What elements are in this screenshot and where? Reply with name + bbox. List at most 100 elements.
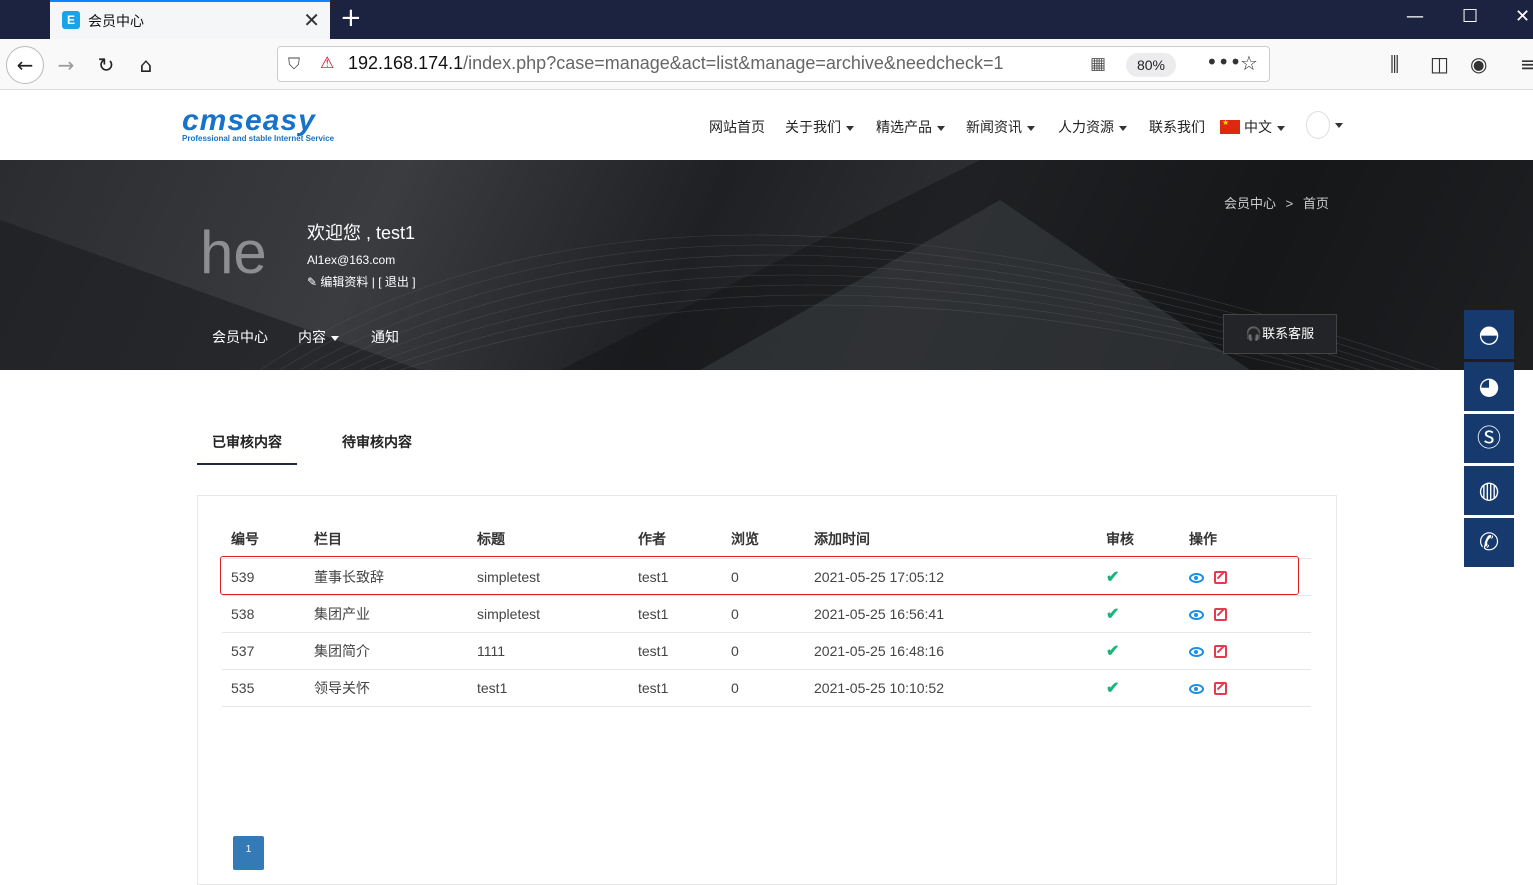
skype-icon[interactable]: Ⓢ: [1464, 414, 1514, 463]
window-close-icon[interactable]: ✕: [1515, 6, 1530, 27]
qr-code-icon[interactable]: ▦: [1090, 54, 1106, 74]
logout-link[interactable]: [ 退出 ]: [378, 275, 415, 289]
row-time: 2021-05-25 16:56:41: [805, 595, 1097, 633]
forward-icon[interactable]: →: [50, 49, 82, 81]
pagination-page-1[interactable]: 1: [233, 836, 264, 870]
sidebar-toggle-icon[interactable]: ◫: [1430, 52, 1449, 76]
avatar: he: [200, 219, 267, 286]
row-category: 集团简介: [305, 632, 468, 670]
new-tab-icon[interactable]: +: [340, 3, 362, 33]
col-actions: 操作: [1180, 520, 1311, 559]
highlighted-row-outline: [220, 556, 1299, 595]
chevron-down-icon: [1277, 125, 1285, 131]
view-eye-icon[interactable]: [1189, 683, 1204, 694]
tab-pending[interactable]: 待审核内容: [342, 432, 412, 452]
edit-icon[interactable]: [1214, 682, 1227, 696]
edit-profile-link[interactable]: 编辑资料: [320, 275, 368, 289]
bookmark-star-icon[interactable]: ☆: [1240, 51, 1258, 75]
profile-links: ✎ 编辑资料 | [ 退出 ]: [307, 275, 416, 289]
col-author: 作者: [629, 520, 722, 559]
logo-tagline: Professional and stable Internet Service: [182, 134, 335, 143]
url-text[interactable]: 192.168.174.1/index.php?case=manage&act=…: [348, 53, 1004, 74]
page-actions-icon[interactable]: •••: [1206, 50, 1241, 74]
breadcrumb-home[interactable]: 会员中心: [1224, 196, 1276, 211]
nav-about[interactable]: 关于我们: [785, 117, 854, 137]
welcome-text: 欢迎您 , test1: [307, 223, 416, 243]
phone-icon[interactable]: ✆: [1464, 518, 1514, 567]
row-author: test1: [629, 632, 722, 670]
chevron-down-icon: [1027, 125, 1035, 131]
nav-hr[interactable]: 人力资源: [1058, 117, 1127, 137]
user-menu[interactable]: [1306, 111, 1343, 139]
row-views: 0: [722, 669, 805, 707]
tab-close-icon[interactable]: ✕: [303, 8, 320, 32]
user-email: Al1ex@163.com: [307, 253, 396, 267]
nav-news[interactable]: 新闻资讯: [966, 117, 1035, 137]
row-views: 0: [722, 632, 805, 670]
qq-icon[interactable]: ◓: [1464, 310, 1514, 359]
site-header: cmseasy Professional and stable Internet…: [0, 91, 1533, 160]
col-review: 审核: [1097, 520, 1180, 559]
url-bar[interactable]: ⛉ ⚠ 192.168.174.1/index.php?case=manage&…: [277, 46, 1270, 82]
menu-icon[interactable]: ≡: [1520, 52, 1533, 76]
breadcrumb: 会员中心 > 首页: [1224, 196, 1329, 211]
tab-approved[interactable]: 已审核内容: [212, 432, 282, 452]
site-favicon-icon: E: [62, 11, 80, 29]
chevron-down-icon: [1119, 125, 1127, 131]
minimize-icon[interactable]: —: [1406, 6, 1424, 27]
weibo-icon[interactable]: ◕: [1464, 362, 1514, 411]
home-icon[interactable]: ⌂: [130, 49, 162, 81]
check-icon: ✔: [1106, 605, 1120, 623]
subnav-notice[interactable]: 通知: [371, 327, 399, 347]
contact-service-button[interactable]: 🎧联系客服: [1223, 314, 1337, 354]
table-header-row: 编号 栏目 标题 作者 浏览 添加时间 审核 操作: [222, 520, 1311, 559]
row-category: 集团产业: [305, 595, 468, 633]
check-icon: ✔: [1106, 642, 1120, 660]
maximize-icon[interactable]: ☐: [1462, 6, 1478, 27]
row-title: simpletest: [468, 595, 629, 633]
edit-icon[interactable]: [1214, 645, 1227, 659]
nav-language[interactable]: 中文: [1220, 117, 1285, 137]
col-time: 添加时间: [805, 520, 1097, 559]
nav-home[interactable]: 网站首页: [709, 117, 765, 137]
site-logo[interactable]: cmseasy Professional and stable Internet…: [182, 104, 335, 144]
shield-icon[interactable]: ⛉: [288, 54, 300, 74]
row-title: test1: [468, 669, 629, 707]
edit-icon[interactable]: [1214, 608, 1227, 622]
col-title: 标题: [468, 520, 629, 559]
zoom-badge[interactable]: 80%: [1126, 53, 1176, 77]
subnav-member-center[interactable]: 会员中心: [212, 327, 268, 347]
breadcrumb-current: 首页: [1302, 196, 1329, 211]
account-icon[interactable]: ◉: [1470, 52, 1487, 76]
nav-products[interactable]: 精选产品: [876, 117, 945, 137]
chevron-down-icon: [331, 335, 339, 341]
content-table: 编号 栏目 标题 作者 浏览 添加时间 审核 操作 539 董事长致辞 simp…: [222, 520, 1311, 707]
library-icon[interactable]: ⫼: [1390, 52, 1399, 76]
table-row: 538 集团产业 simpletest test1 0 2021-05-25 1…: [222, 595, 1311, 633]
chevron-down-icon: [846, 125, 854, 131]
member-banner: he 欢迎您 , test1 Al1ex@163.com ✎ 编辑资料 | [ …: [0, 160, 1533, 370]
view-eye-icon[interactable]: [1189, 646, 1204, 657]
nav-contact[interactable]: 联系我们: [1149, 117, 1205, 137]
view-eye-icon[interactable]: [1189, 609, 1204, 620]
table-row: 535 领导关怀 test1 test1 0 2021-05-25 10:10:…: [222, 669, 1311, 707]
chevron-down-icon: [1335, 122, 1343, 128]
wechat-icon[interactable]: ◍: [1464, 466, 1514, 515]
reload-icon[interactable]: ↻: [90, 49, 122, 81]
browser-tab-bar: E 会员中心 ✕ + — ☐ ✕: [0, 0, 1533, 39]
subnav-content[interactable]: 内容: [298, 327, 339, 347]
col-category: 栏目: [305, 520, 468, 559]
insecure-lock-icon[interactable]: ⚠: [320, 53, 334, 72]
row-category: 领导关怀: [305, 669, 468, 707]
edit-icon: ✎: [307, 275, 318, 289]
back-icon[interactable]: ←: [6, 46, 44, 84]
browser-tab[interactable]: E 会员中心 ✕: [50, 0, 330, 39]
row-time: 2021-05-25 16:48:16: [805, 632, 1097, 670]
china-flag-icon: [1220, 118, 1240, 134]
headset-icon: 🎧: [1245, 326, 1263, 341]
row-id: 535: [222, 669, 305, 707]
row-author: test1: [629, 595, 722, 633]
logo-text: cmseasy: [182, 104, 316, 137]
chevron-down-icon: [937, 125, 945, 131]
col-views: 浏览: [722, 520, 805, 559]
